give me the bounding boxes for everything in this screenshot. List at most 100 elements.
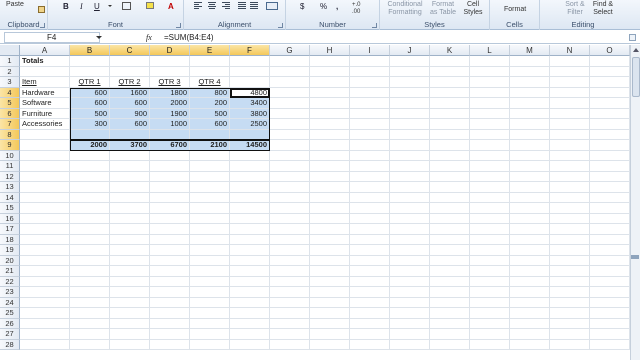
cell-i14[interactable] [350, 192, 390, 203]
row-header-25[interactable]: 25 [0, 308, 20, 319]
cell-a22[interactable] [20, 276, 70, 287]
cell-g1[interactable] [270, 56, 310, 67]
cell-a21[interactable] [20, 266, 70, 277]
cell-k10[interactable] [430, 150, 470, 161]
align-center-icon[interactable] [208, 2, 216, 10]
cell-b21[interactable] [70, 266, 110, 277]
cell-n6[interactable] [550, 108, 590, 119]
cell-i28[interactable] [350, 339, 390, 350]
cell-e11[interactable] [190, 161, 230, 172]
cell-l19[interactable] [470, 245, 510, 256]
cell-j16[interactable] [390, 213, 430, 224]
cell-o15[interactable] [590, 203, 630, 214]
cell-c3[interactable]: QTR 2 [110, 77, 150, 88]
cell-f17[interactable] [230, 224, 270, 235]
cell-k3[interactable] [430, 77, 470, 88]
cell-b17[interactable] [70, 224, 110, 235]
cell-h16[interactable] [310, 213, 350, 224]
cell-h25[interactable] [310, 308, 350, 319]
cell-l25[interactable] [470, 308, 510, 319]
cell-a25[interactable] [20, 308, 70, 319]
cell-d12[interactable] [150, 171, 190, 182]
cell-d25[interactable] [150, 308, 190, 319]
cell-m7[interactable] [510, 119, 550, 130]
cell-c2[interactable] [110, 66, 150, 77]
cell-i19[interactable] [350, 245, 390, 256]
cell-d3[interactable]: QTR 3 [150, 77, 190, 88]
cell-a6[interactable]: Furniture [20, 108, 70, 119]
cell-a14[interactable] [20, 192, 70, 203]
cell-h28[interactable] [310, 339, 350, 350]
cell-h2[interactable] [310, 66, 350, 77]
cell-e10[interactable] [190, 150, 230, 161]
cell-j21[interactable] [390, 266, 430, 277]
cell-i5[interactable] [350, 98, 390, 109]
increase-decimal-button[interactable]: .00 [352, 8, 360, 16]
cell-g3[interactable] [270, 77, 310, 88]
cell-g12[interactable] [270, 171, 310, 182]
cell-i3[interactable] [350, 77, 390, 88]
cell-l2[interactable] [470, 66, 510, 77]
cell-k21[interactable] [430, 266, 470, 277]
cell-o11[interactable] [590, 161, 630, 172]
cell-i25[interactable] [350, 308, 390, 319]
cell-k22[interactable] [430, 276, 470, 287]
cell-b12[interactable] [70, 171, 110, 182]
cell-l6[interactable] [470, 108, 510, 119]
cell-k2[interactable] [430, 66, 470, 77]
cell-a24[interactable] [20, 297, 70, 308]
cell-a18[interactable] [20, 234, 70, 245]
cell-f24[interactable] [230, 297, 270, 308]
cell-o28[interactable] [590, 339, 630, 350]
cell-i18[interactable] [350, 234, 390, 245]
cell-k20[interactable] [430, 255, 470, 266]
cell-f2[interactable] [230, 66, 270, 77]
cell-c7[interactable]: 600 [110, 119, 150, 130]
cell-f22[interactable] [230, 276, 270, 287]
cell-m8[interactable] [510, 129, 550, 140]
cell-g10[interactable] [270, 150, 310, 161]
cell-e17[interactable] [190, 224, 230, 235]
row-header-26[interactable]: 26 [0, 318, 20, 329]
cell-o19[interactable] [590, 245, 630, 256]
cell-j28[interactable] [390, 339, 430, 350]
cell-f19[interactable] [230, 245, 270, 256]
cell-n9[interactable] [550, 140, 590, 151]
cell-b11[interactable] [70, 161, 110, 172]
cell-m28[interactable] [510, 339, 550, 350]
cell-o24[interactable] [590, 297, 630, 308]
cell-f6[interactable]: 3800 [230, 108, 270, 119]
cell-g23[interactable] [270, 287, 310, 298]
cell-d10[interactable] [150, 150, 190, 161]
row-header-4[interactable]: 4 [0, 87, 20, 98]
cell-b23[interactable] [70, 287, 110, 298]
cell-f9[interactable]: 14500 [230, 140, 270, 151]
cell-a5[interactable]: Software [20, 98, 70, 109]
cell-k7[interactable] [430, 119, 470, 130]
cell-b4[interactable]: 600 [70, 87, 110, 98]
cell-a11[interactable] [20, 161, 70, 172]
cell-c10[interactable] [110, 150, 150, 161]
cell-n20[interactable] [550, 255, 590, 266]
cell-b6[interactable]: 500 [70, 108, 110, 119]
cell-h14[interactable] [310, 192, 350, 203]
cell-h10[interactable] [310, 150, 350, 161]
cell-m18[interactable] [510, 234, 550, 245]
column-header-j[interactable]: J [390, 45, 430, 56]
row-header-3[interactable]: 3 [0, 77, 20, 88]
cell-g19[interactable] [270, 245, 310, 256]
cell-k12[interactable] [430, 171, 470, 182]
cell-j12[interactable] [390, 171, 430, 182]
row-header-15[interactable]: 15 [0, 203, 20, 214]
cell-a1[interactable]: Totals [20, 56, 70, 67]
cell-i10[interactable] [350, 150, 390, 161]
cell-f20[interactable] [230, 255, 270, 266]
cell-b10[interactable] [70, 150, 110, 161]
cell-l18[interactable] [470, 234, 510, 245]
cell-j5[interactable] [390, 98, 430, 109]
cell-l27[interactable] [470, 329, 510, 340]
cell-d18[interactable] [150, 234, 190, 245]
cell-f12[interactable] [230, 171, 270, 182]
cell-k8[interactable] [430, 129, 470, 140]
cell-e27[interactable] [190, 329, 230, 340]
